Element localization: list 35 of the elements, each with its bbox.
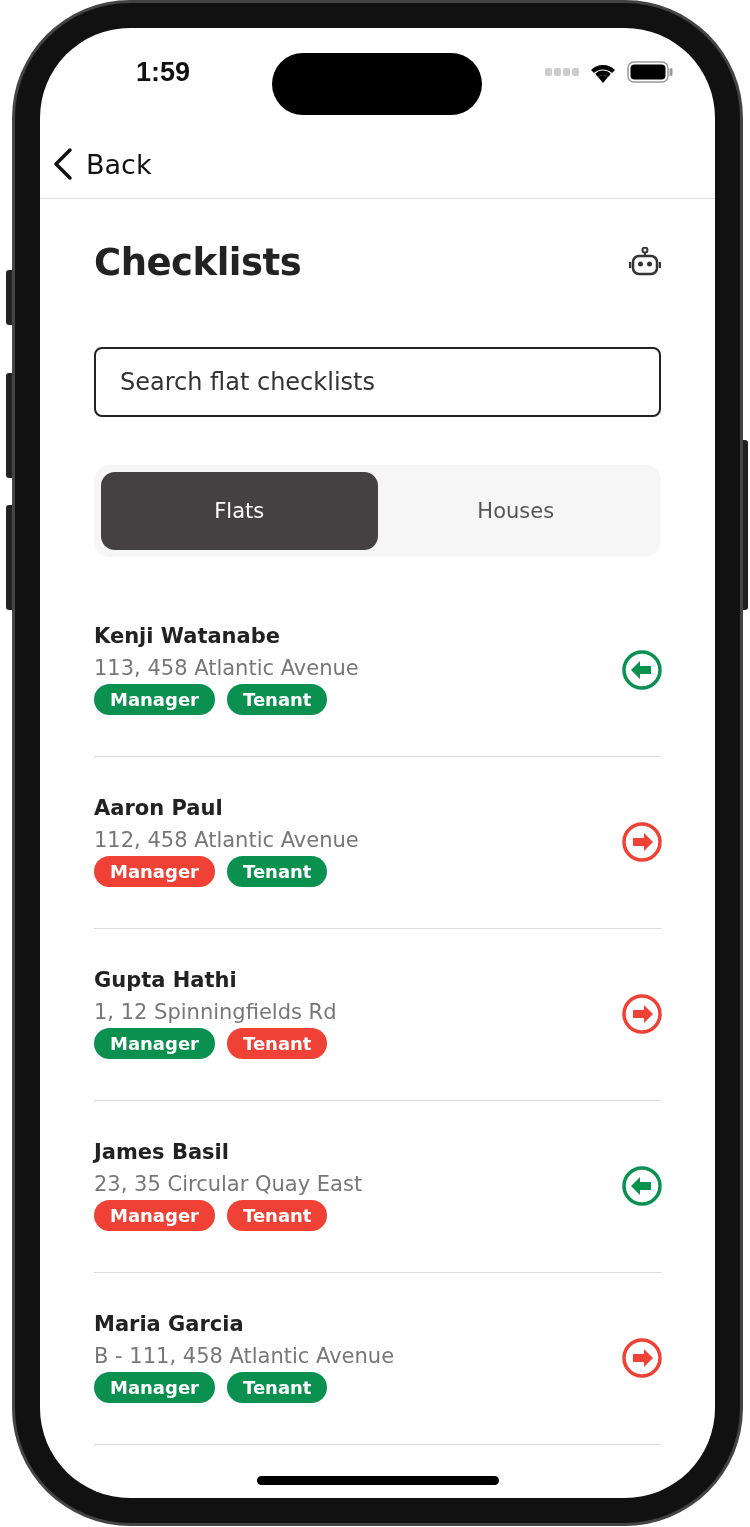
arrow-left-circle-icon[interactable] — [621, 648, 663, 691]
page-title: Checklists — [94, 240, 302, 284]
role-tag: Manager — [94, 1372, 215, 1403]
robot-icon[interactable] — [629, 247, 661, 277]
segment-tab[interactable]: Houses — [377, 472, 654, 550]
role-tag: Manager — [94, 856, 215, 887]
arrow-right-circle-icon[interactable] — [621, 820, 663, 863]
role-tag: Tenant — [227, 1028, 328, 1059]
back-button[interactable]: Back — [52, 147, 152, 181]
role-tag: Manager — [94, 1028, 215, 1059]
status-time: 1:59 — [136, 56, 191, 88]
segment-tab[interactable]: Flats — [101, 472, 378, 550]
battery-icon — [627, 61, 673, 83]
arrow-right-circle-icon[interactable] — [621, 992, 663, 1035]
signal-icon — [545, 68, 579, 76]
role-tag: Tenant — [227, 856, 328, 887]
address-text: B - 111, 458 Atlantic Avenue — [94, 1344, 395, 1368]
address-text: 23, 35 Circular Quay East — [94, 1172, 363, 1196]
person-name: Gupta Hathi — [94, 968, 238, 992]
role-tag: Tenant — [227, 684, 328, 715]
address-text: 113, 458 Atlantic Avenue — [94, 656, 359, 680]
role-tag: Manager — [94, 684, 215, 715]
person-name: Kenji Watanabe — [94, 624, 281, 648]
person-name: Aaron Paul — [94, 796, 224, 820]
address-text: 1, 12 Spinningfields Rd — [94, 1000, 337, 1024]
role-tag: Tenant — [227, 1372, 328, 1403]
address-text: 112, 458 Atlantic Avenue — [94, 828, 359, 852]
person-name: James Basil — [94, 1140, 230, 1164]
person-name: Maria Garcia — [94, 1312, 245, 1336]
chevron-left-icon[interactable] — [52, 147, 74, 181]
search-field[interactable]: Search flat checklists — [94, 347, 661, 417]
arrow-right-circle-icon[interactable] — [621, 1336, 663, 1379]
role-tag: Tenant — [227, 1200, 328, 1231]
arrow-left-circle-icon[interactable] — [621, 1164, 663, 1207]
role-tag: Manager — [94, 1200, 215, 1231]
